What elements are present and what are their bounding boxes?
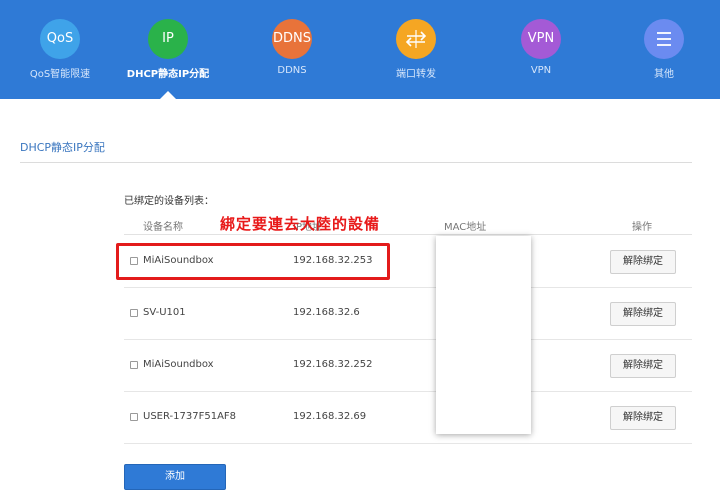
active-tab-pointer [160, 91, 176, 99]
add-button[interactable]: 添加 [124, 464, 226, 490]
nav-label-vpn: VPN [530, 65, 552, 76]
nav-item-vpn[interactable]: VPN VPN [481, 0, 601, 99]
ip-icon: IP [148, 19, 188, 59]
menu-icon [644, 19, 684, 59]
top-navigation-bar: QoS QoS智能限速 IP DHCP静态IP分配 DDNS DDNS 端口转发… [0, 0, 720, 99]
nav-item-dhcp-static-ip[interactable]: IP DHCP静态IP分配 [108, 0, 228, 99]
device-ip: 192.168.32.6 [293, 307, 360, 318]
bound-device-list-title: 已绑定的设备列表： [124, 196, 214, 207]
unbind-button[interactable]: 解除绑定 [610, 302, 676, 326]
annotation-text: 綁定要連去大陸的設備 [220, 215, 381, 233]
vpn-icon: VPN [521, 19, 561, 59]
port-forward-glyph [405, 30, 427, 48]
qos-icon: QoS [40, 19, 80, 59]
row-checkbox[interactable] [130, 309, 138, 317]
row-checkbox[interactable] [130, 361, 138, 369]
table-header-divider [124, 234, 692, 235]
nav-label-qos: QoS智能限速 [29, 69, 91, 80]
table-row: MiAiSoundbox 192.168.32.252 解除绑定 [124, 340, 692, 392]
ddns-icon: DDNS [272, 19, 312, 59]
column-header-device-name: 设备名称 [143, 222, 183, 233]
nav-item-port-forward[interactable]: 端口转发 [356, 0, 476, 99]
annotation-highlight-box [116, 243, 390, 280]
nav-item-ddns[interactable]: DDNS DDNS [232, 0, 352, 99]
table-row: USER-1737F51AF8 192.168.32.69 解除绑定 [124, 392, 692, 444]
nav-label-ddns: DDNS [277, 65, 307, 76]
section-title: DHCP静态IP分配 [20, 141, 105, 154]
nav-item-other[interactable]: 其他 [604, 0, 720, 99]
unbind-button[interactable]: 解除绑定 [610, 354, 676, 378]
unbind-button[interactable]: 解除绑定 [610, 250, 676, 274]
mac-address-redaction [436, 236, 531, 434]
nav-label-port-forward: 端口转发 [396, 69, 436, 80]
nav-item-qos[interactable]: QoS QoS智能限速 [0, 0, 120, 99]
device-name: SV-U101 [143, 307, 186, 318]
nav-label-dhcp-static-ip: DHCP静态IP分配 [126, 69, 210, 80]
device-name: USER-1737F51AF8 [143, 411, 237, 422]
row-checkbox[interactable] [130, 413, 138, 421]
menu-glyph [657, 32, 671, 46]
nav-label-other: 其他 [654, 69, 674, 80]
section-divider [20, 162, 692, 163]
device-ip: 192.168.32.252 [293, 359, 373, 370]
table-row: SV-U101 192.168.32.6 解除绑定 [124, 288, 692, 340]
port-forward-icon [396, 19, 436, 59]
device-ip: 192.168.32.69 [293, 411, 367, 422]
column-header-mac: MAC地址 [444, 222, 487, 233]
device-name: MiAiSoundbox [143, 359, 214, 370]
unbind-button[interactable]: 解除绑定 [610, 406, 676, 430]
column-header-action: 操作 [632, 222, 652, 233]
